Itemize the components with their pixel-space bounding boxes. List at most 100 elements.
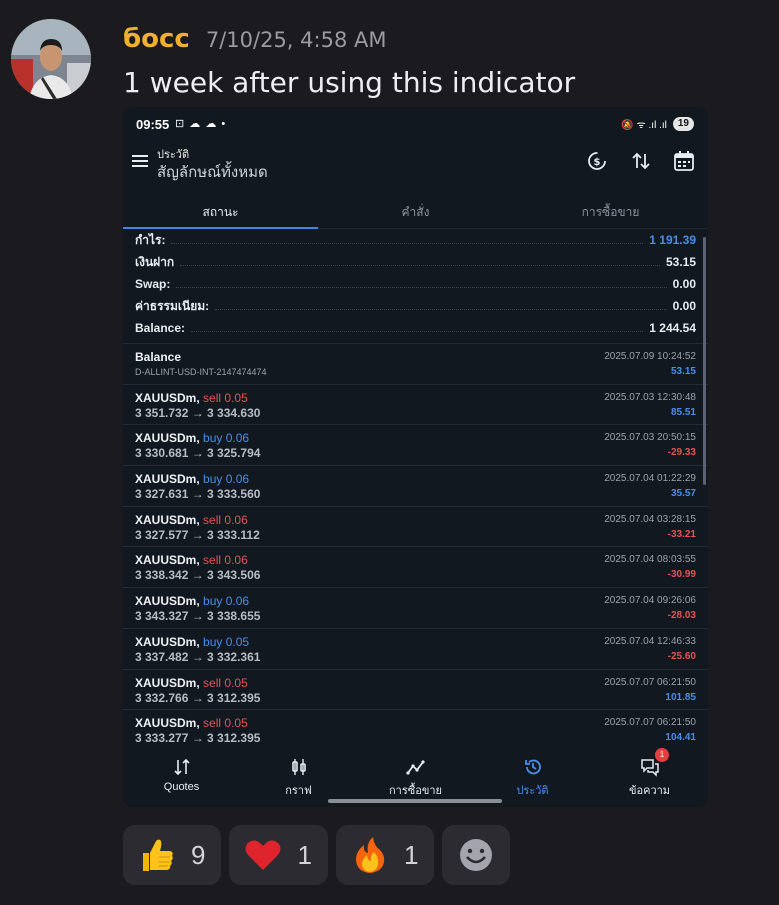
deal-volume: 0.06 bbox=[224, 512, 248, 527]
deal-volume: 0.05 bbox=[224, 716, 248, 731]
sort-icon[interactable] bbox=[629, 149, 653, 173]
deal-volume: 0.06 bbox=[225, 594, 250, 609]
appbar-title[interactable]: สัญลักษณ์ทั้งหมด bbox=[157, 160, 268, 184]
tab-orders[interactable]: คำสั่ง bbox=[318, 195, 513, 228]
deal-profit: 101.85 bbox=[665, 691, 696, 703]
dotted-leader bbox=[176, 286, 667, 288]
attached-screenshot[interactable]: 09:55 ⊡ ☁ ☁ • 🔕 ᯤ .ıl .ıl 19 ประวัติ สัญ… bbox=[123, 107, 708, 807]
deal-symbol-name: XAUUSDm, bbox=[135, 675, 200, 690]
balance-entry[interactable]: Balance D-ALLINT-USD-INT-2147474474 2025… bbox=[123, 343, 708, 384]
deal-prices: 3 327.577 → 3 333.112 bbox=[135, 527, 260, 542]
deal-side: buy bbox=[203, 634, 223, 649]
reaction-thumbs-up[interactable]: 9 bbox=[123, 825, 222, 885]
calendar-icon[interactable] bbox=[672, 149, 696, 173]
deal-row[interactable]: XAUUSDm, buy 0.05 3 337.482 → 3 332.361 20… bbox=[123, 627, 708, 669]
deal-volume: 0.05 bbox=[225, 634, 250, 649]
deal-symbol-name: XAUUSDm, bbox=[135, 594, 200, 609]
deal-profit: 53.15 bbox=[670, 366, 696, 377]
summary-label: Balance: bbox=[135, 321, 186, 335]
nav-label: ประวัติ bbox=[516, 785, 549, 797]
deal-row[interactable]: XAUUSDm, sell 0.05 3 351.732 → 3 334.630 2… bbox=[123, 383, 708, 425]
status-time: 09:55 bbox=[136, 117, 170, 132]
deal-side: sell bbox=[203, 675, 222, 690]
summary-label: ค่าธรรมเนียม: bbox=[135, 298, 210, 313]
reactions-bar: 9 1 1 bbox=[123, 825, 511, 885]
account-summary: กำไร: 1 191.39 เงินฝาก 53.15 Swap: 0.00 … bbox=[123, 229, 708, 339]
deal-row[interactable]: XAUUSDm, sell 0.06 3 327.577 → 3 333.112 2… bbox=[123, 505, 708, 547]
currency-exchange-icon[interactable]: $ bbox=[585, 149, 609, 173]
deal-symbol-name: XAUUSDm, bbox=[135, 553, 200, 568]
summary-label: กำไร: bbox=[135, 232, 166, 247]
deal-symbol-name: XAUUSDm, bbox=[135, 472, 200, 487]
summary-row-swap: Swap: 0.00 bbox=[123, 273, 708, 295]
nav-quotes[interactable]: Quotes bbox=[123, 752, 240, 807]
summary-value: 0.00 bbox=[672, 299, 696, 313]
deal-side: sell bbox=[203, 716, 222, 731]
deal-time: 2025.07.04 09:26:06 bbox=[604, 595, 696, 607]
deal-volume: 0.06 bbox=[225, 431, 250, 446]
deal-symbol: XAUUSDm, sell 0.06 bbox=[135, 513, 248, 527]
history-icon bbox=[524, 759, 541, 775]
deal-symbol-name: XAUUSDm, bbox=[135, 512, 200, 527]
history-tabs: สถานะ คำสั่ง การซื้อขาย bbox=[123, 195, 708, 229]
deal-volume: 0.05 bbox=[224, 675, 248, 690]
username[interactable]: босс bbox=[123, 24, 190, 54]
deal-prices: 3 337.482 → 3 332.361 bbox=[135, 649, 261, 664]
reaction-fire[interactable]: 1 bbox=[335, 825, 435, 885]
deal-time: 2025.07.09 10:24:52 bbox=[604, 351, 696, 362]
deal-row[interactable]: XAUUSDm, buy 0.06 3 330.681 → 3 325.794 20… bbox=[123, 424, 708, 465]
deal-symbol: XAUUSDm, sell 0.05 bbox=[135, 716, 248, 730]
user-avatar[interactable] bbox=[11, 19, 91, 99]
dotted-leader bbox=[191, 330, 644, 332]
nav-messages[interactable]: 1 ข้อความ bbox=[591, 748, 708, 807]
fire-icon bbox=[355, 837, 385, 873]
deal-side: sell bbox=[203, 390, 222, 405]
add-reaction-button[interactable] bbox=[442, 825, 511, 885]
deal-prices: 3 338.342 → 3 343.506 bbox=[135, 568, 261, 583]
deal-row[interactable]: XAUUSDm, buy 0.06 3 327.631 → 3 333.560 20… bbox=[123, 465, 708, 506]
summary-value: 1 244.54 bbox=[649, 321, 696, 335]
svg-text:$: $ bbox=[594, 157, 601, 168]
deal-symbol: XAUUSDm, buy 0.06 bbox=[135, 472, 249, 486]
deal-symbol: XAUUSDm, buy 0.06 bbox=[135, 594, 249, 608]
deal-profit: 85.51 bbox=[670, 406, 696, 418]
app-bar: ประวัติ สัญลักษณ์ทั้งหมด $ bbox=[123, 143, 708, 191]
battery-icon: 19 bbox=[672, 117, 694, 131]
phone-status-bar: 09:55 ⊡ ☁ ☁ • 🔕 ᯤ .ıl .ıl 19 bbox=[123, 107, 708, 143]
deal-symbol-name: XAUUSDm, bbox=[135, 431, 200, 446]
summary-row-commission: ค่าธรรมเนียม: 0.00 bbox=[123, 295, 708, 317]
scrollbar[interactable] bbox=[703, 237, 706, 485]
signal-icons: 🔕 ᯤ .ıl .ıl bbox=[621, 120, 667, 131]
deal-prices: 3 343.327 → 3 338.655 bbox=[135, 609, 261, 624]
summary-value: 53.15 bbox=[665, 255, 696, 269]
deal-row[interactable]: XAUUSDm, buy 0.06 3 343.327 → 3 338.655 20… bbox=[123, 587, 708, 628]
deal-volume: 0.05 bbox=[224, 390, 248, 405]
tab-positions[interactable]: สถานะ bbox=[123, 195, 318, 229]
status-right-icons: 🔕 ᯤ .ıl .ıl 19 bbox=[621, 117, 694, 131]
tab-deals[interactable]: การซื้อขาย bbox=[513, 195, 708, 228]
quotes-icon bbox=[173, 758, 190, 776]
deal-profit: -28.03 bbox=[667, 610, 696, 622]
summary-row-profit: กำไร: 1 191.39 bbox=[123, 229, 708, 251]
summary-row-deposit: เงินฝาก 53.15 bbox=[123, 251, 708, 273]
nav-label: การซื้อขาย bbox=[389, 785, 442, 797]
deal-row[interactable]: XAUUSDm, sell 0.05 3 332.766 → 3 312.395 2… bbox=[123, 668, 708, 710]
hamburger-menu-icon[interactable] bbox=[131, 152, 149, 170]
deal-time: 2025.07.07 06:21:50 bbox=[604, 717, 696, 729]
deal-comment: D-ALLINT-USD-INT-2147474474 bbox=[135, 367, 267, 377]
deal-row[interactable]: XAUUSDm, sell 0.06 3 338.342 → 3 343.506 2… bbox=[123, 546, 708, 587]
deal-time: 2025.07.04 01:22:29 bbox=[604, 473, 696, 485]
deal-profit: 35.57 bbox=[670, 488, 696, 500]
status-left-icons: ⊡ ☁ ☁ • bbox=[175, 118, 227, 130]
gesture-home-bar[interactable] bbox=[328, 799, 502, 803]
nav-label: Quotes bbox=[163, 781, 200, 793]
notification-badge: 1 bbox=[655, 748, 669, 762]
message-timestamp: 7/10/25, 4:58 AM bbox=[205, 28, 387, 52]
deal-row[interactable]: XAUUSDm, sell 0.05 3 333.277 → 3 312.395 2… bbox=[123, 709, 708, 750]
deal-profit: 104.41 bbox=[665, 732, 696, 744]
deal-profit: -33.21 bbox=[667, 528, 696, 540]
deal-title: Balance bbox=[135, 350, 182, 364]
reaction-count: 1 bbox=[403, 839, 419, 870]
reaction-heart[interactable]: 1 bbox=[229, 825, 328, 885]
deal-prices: 3 330.681 → 3 325.794 bbox=[135, 446, 261, 461]
